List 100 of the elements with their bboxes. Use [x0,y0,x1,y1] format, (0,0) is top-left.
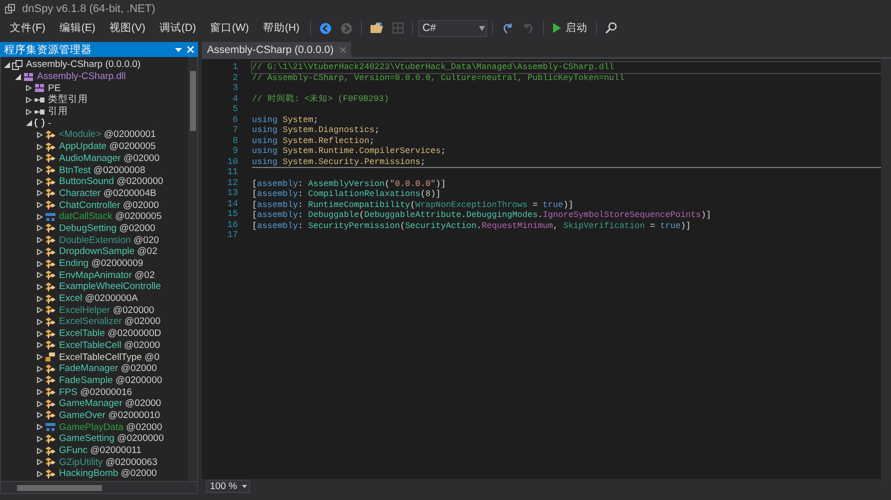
collapsed-arrow-icon[interactable] [37,400,43,407]
line-number: 6 [232,114,238,125]
tree-item[interactable]: Assembly-CSharp.dll [37,71,126,82]
collapsed-arrow-icon[interactable] [26,108,32,115]
tree-item[interactable]: FadeManager @02000 [59,363,157,374]
tree-item[interactable]: ExampleWheelControlle [59,281,161,292]
tree-item[interactable]: <Module> @02000001 [59,129,156,140]
tree-item[interactable]: GameSetting @0200000 [59,433,164,444]
document-tab[interactable]: Assembly-CSharp (0.0.0.0) [202,42,351,57]
tree-item[interactable]: DoubleExtension @020 [59,234,159,246]
tree-item[interactable]: ExcelTable @0200000D [59,328,162,340]
collapsed-arrow-icon[interactable] [37,225,43,232]
horizontal-scrollbar[interactable] [0,482,198,494]
class-icon [45,457,56,468]
tree-item[interactable]: 类型引用 [48,93,88,106]
collapsed-arrow-icon[interactable] [37,318,43,325]
collapsed-arrow-icon[interactable] [37,178,43,185]
dropdown-icon[interactable] [242,485,247,488]
tree-item[interactable]: GamePlayData @02000 [59,422,162,433]
collapsed-arrow-icon[interactable] [37,237,43,244]
tree-item[interactable]: DropdownSample @02 [59,246,158,258]
collapsed-arrow-icon[interactable] [37,248,43,255]
dropdown-icon[interactable] [175,48,182,52]
reference-icon [34,106,45,117]
tree-item[interactable]: AudioManager @02000 [59,152,160,164]
tree-item[interactable]: FPS @02000016 [59,386,132,398]
start-button[interactable]: 启动 [549,20,592,36]
collapsed-arrow-icon[interactable] [37,459,43,466]
tree-item[interactable]: - [48,118,52,129]
collapsed-arrow-icon[interactable] [37,202,43,208]
collapsed-arrow-icon[interactable] [37,132,43,138]
collapsed-arrow-icon[interactable] [37,470,43,477]
tree-item[interactable]: 引用 [48,105,68,118]
collapsed-arrow-icon[interactable] [37,144,43,150]
menu-item[interactable]: 文件(F) [4,19,52,37]
tree-item[interactable]: Character @0200004B [59,188,156,199]
menu-item[interactable]: 调试(D) [153,19,202,37]
expanded-arrow-icon[interactable] [15,74,21,80]
class-icon [45,282,56,292]
collapsed-arrow-icon[interactable] [26,85,32,92]
tree-item[interactable]: ExcelHelper @020000 [59,304,154,316]
tree-item[interactable]: ButtonSound @0200000 [59,176,164,188]
collapsed-arrow-icon[interactable] [37,389,43,396]
tree-item[interactable]: ChatController @02000 [59,200,159,211]
tree-item[interactable]: datCallStack @0200005 [59,211,162,222]
line-number: 4 [232,94,238,104]
tree-item[interactable]: FadeSample @0200000 [59,374,162,386]
code-line: [assembly: CompilationRelaxations(8)] [252,189,442,200]
collapsed-arrow-icon[interactable] [37,307,43,314]
tree-item[interactable]: HackingBomb @02000 [59,468,157,480]
collapsed-arrow-icon[interactable] [37,330,43,337]
tree-item[interactable]: GZipUtility @02000063 [59,456,158,468]
tree-item[interactable]: ExcelTableCell @02000 [59,340,160,351]
collapsed-arrow-icon[interactable] [37,342,43,348]
menu-item[interactable]: 视图(V) [103,19,152,37]
collapsed-arrow-icon[interactable] [37,167,43,174]
menu-item[interactable]: 帮助(H) [256,19,306,37]
collapsed-arrow-icon[interactable] [26,96,32,103]
tree-item[interactable]: BtnTest @02000008 [59,164,146,176]
tree-item[interactable]: GFunc @02000011 [59,445,142,456]
collapsed-arrow-icon[interactable] [37,296,43,302]
collapsed-arrow-icon[interactable] [37,436,43,442]
expanded-arrow-icon[interactable] [26,120,32,126]
collapsed-arrow-icon[interactable] [37,412,43,418]
tree-item[interactable]: Excel @0200000A [59,293,138,304]
menu-item[interactable]: 编辑(E) [53,19,102,37]
tree-item[interactable]: GameOver @02000010 [59,410,160,421]
collapsed-arrow-icon[interactable] [37,190,43,196]
tree-item[interactable]: PE [48,82,61,94]
collapsed-arrow-icon[interactable] [37,155,43,162]
collapsed-arrow-icon[interactable] [37,354,43,360]
collapsed-arrow-icon[interactable] [37,377,43,384]
collapsed-arrow-icon[interactable] [37,448,43,454]
code-line: using System.Runtime.CompilerServices; [252,146,447,156]
tree-item[interactable]: Assembly-CSharp (0.0.0.0) [26,59,141,70]
tree-item[interactable]: EnvMapAnimator @02 [59,270,155,281]
expanded-arrow-icon[interactable] [4,62,10,68]
tree-item[interactable]: GameManager @02000 [59,398,162,410]
collapsed-arrow-icon[interactable] [37,272,43,278]
language-combo[interactable]: C# [418,20,488,36]
enum-icon [45,352,56,362]
line-number: 15 [226,209,238,220]
vertical-scrollbar[interactable] [188,57,197,481]
tree-item[interactable]: ExcelSerializer @02000 [59,316,161,328]
forward-icon [340,22,354,34]
vertical-scrollbar[interactable] [881,59,891,479]
zoom-combo[interactable]: 100 % [206,480,250,493]
class-icon [45,130,56,140]
window-icon [392,22,404,34]
collapsed-arrow-icon[interactable] [37,214,43,220]
menu-item[interactable]: 窗口(W) [204,19,255,37]
collapsed-arrow-icon[interactable] [37,284,43,290]
tree-item[interactable]: ExcelTableCellType @0 [59,352,160,363]
collapsed-arrow-icon[interactable] [37,260,43,267]
class-icon [45,176,56,187]
tree-item[interactable]: AppUpdate @0200005 [59,141,156,152]
collapsed-arrow-icon[interactable] [37,366,43,372]
tree-item[interactable]: Ending @02000009 [59,258,144,270]
tree-item[interactable]: DebugSetting @02000 [59,222,156,234]
collapsed-arrow-icon[interactable] [37,424,43,430]
